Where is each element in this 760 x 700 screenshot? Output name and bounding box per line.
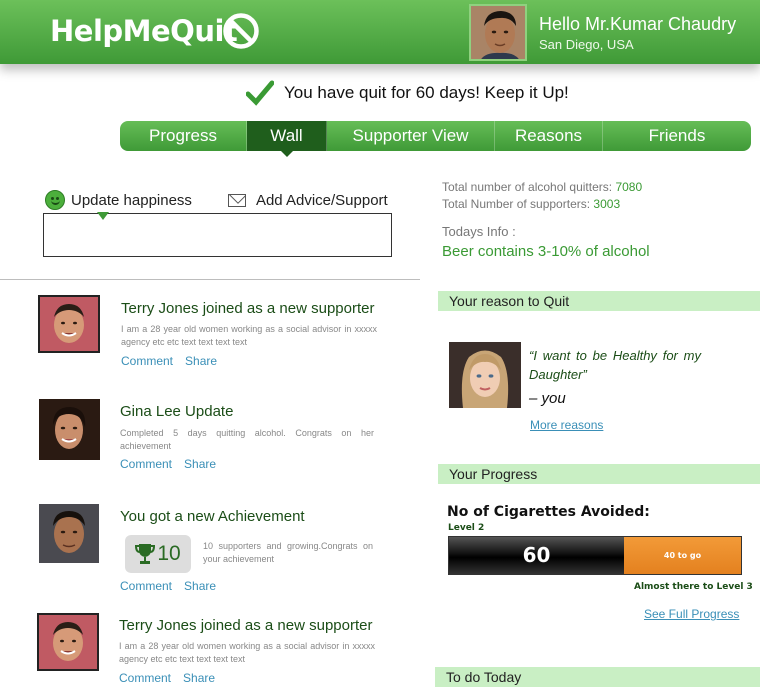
- more-reasons-link[interactable]: More reasons: [530, 418, 603, 432]
- comment-link[interactable]: Comment: [121, 354, 173, 368]
- share-link[interactable]: Share: [184, 457, 216, 471]
- current-level: Level 2: [448, 523, 485, 533]
- progress-section-header: Your Progress: [438, 464, 760, 484]
- feed-text: I am a 28 year old women working as a so…: [119, 641, 375, 664]
- feed-title: Terry Jones joined as a new supporter: [121, 300, 375, 317]
- progress-bar: 60 40 to go: [448, 536, 742, 575]
- feed-actions: Comment Share: [120, 579, 228, 593]
- share-link[interactable]: Share: [185, 354, 217, 368]
- reason-photo: [449, 342, 521, 408]
- todo-section-header: To do Today: [435, 667, 760, 687]
- tab-friends[interactable]: Friends: [603, 121, 751, 151]
- tab-reasons[interactable]: Reasons: [495, 121, 603, 151]
- envelope-icon[interactable]: [227, 193, 246, 207]
- divider: [0, 279, 420, 280]
- checkmark-icon: [246, 80, 274, 106]
- share-link[interactable]: Share: [183, 671, 215, 685]
- feed-text: I am a 28 year old women working as a so…: [121, 324, 377, 347]
- quit-banner: You have quit for 60 days! Keep it Up!: [246, 80, 569, 106]
- app-header: HelpMeQuit Hello Mr.Kumar Chaudry San Di…: [0, 0, 760, 64]
- feed-title: Gina Lee Update: [120, 403, 234, 420]
- tab-wall[interactable]: Wall: [247, 121, 327, 157]
- update-input[interactable]: [43, 213, 392, 257]
- feed-actions: Comment Share: [119, 671, 227, 685]
- community-stats: Total number of alcohol quitters: 7080 T…: [442, 179, 642, 213]
- no-sign-icon: [223, 13, 259, 49]
- feed-text: Completed 5 days quitting alcohol. Congr…: [120, 428, 374, 451]
- share-link[interactable]: Share: [184, 579, 216, 593]
- add-advice-link[interactable]: Add Advice/Support: [256, 192, 388, 209]
- feed-avatar[interactable]: [39, 504, 99, 563]
- see-full-progress-link[interactable]: See Full Progress: [644, 607, 739, 621]
- comment-link[interactable]: Comment: [119, 671, 171, 685]
- feed-title: Terry Jones joined as a new supporter: [119, 617, 373, 634]
- caret-icon: [97, 212, 109, 220]
- reason-quote: “I want to be Healthy for my Daughter”: [529, 348, 701, 382]
- supporters-label: Total Number of supporters:: [442, 197, 591, 211]
- smiley-icon[interactable]: [45, 190, 65, 210]
- feed-avatar[interactable]: [39, 399, 100, 460]
- app-logo[interactable]: HelpMeQuit: [50, 14, 238, 48]
- greeting: Hello Mr.Kumar Chaudry: [539, 14, 737, 34]
- user-location: San Diego, USA: [539, 37, 634, 52]
- progress-remaining: 40 to go: [663, 551, 702, 560]
- feed-title: You got a new Achievement: [120, 508, 305, 525]
- achievement-badge[interactable]: 10: [125, 535, 191, 573]
- progress-value: 60: [522, 543, 551, 567]
- feed-actions: Comment Share: [120, 457, 228, 471]
- feed-avatar[interactable]: [38, 295, 100, 353]
- todays-info-label: Todays Info :: [442, 224, 516, 239]
- supporters-count: 3003: [593, 197, 621, 211]
- reason-section-header: Your reason to Quit: [438, 291, 760, 311]
- update-happiness-link[interactable]: Update happiness: [71, 192, 192, 209]
- achievement-count: 10: [157, 542, 181, 565]
- trophy-icon: [135, 544, 156, 564]
- tab-progress[interactable]: Progress: [120, 121, 247, 151]
- user-avatar[interactable]: [469, 4, 527, 61]
- quitters-count: 7080: [615, 180, 643, 194]
- quitters-label: Total number of alcohol quitters:: [442, 180, 613, 194]
- tab-supporter-view[interactable]: Supporter View: [327, 121, 495, 151]
- next-level-text: Almost there to Level 3: [634, 582, 753, 592]
- comment-link[interactable]: Comment: [120, 579, 172, 593]
- main-nav: Progress Wall Supporter View Reasons Fri…: [120, 121, 751, 157]
- comment-link[interactable]: Comment: [120, 457, 172, 471]
- feed-actions: Comment Share: [121, 354, 229, 368]
- update-actions: Update happiness Add Advice/Support: [45, 190, 388, 210]
- quit-message: You have quit for 60 days! Keep it Up!: [284, 83, 569, 102]
- feed-avatar[interactable]: [37, 613, 99, 671]
- todays-info-value: Beer contains 3-10% of alcohol: [442, 243, 650, 260]
- cigarettes-avoided-label: No of Cigarettes Avoided:: [447, 504, 650, 520]
- feed-text: 10 supporters and growing.Congrats on yo…: [203, 541, 373, 564]
- quote-author: – you: [529, 390, 566, 407]
